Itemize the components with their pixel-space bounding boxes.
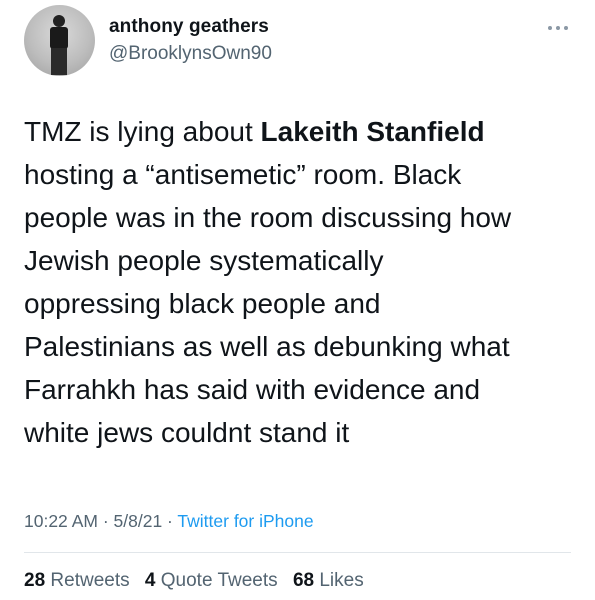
- tweet-line: Farrahkh has said with evidence and: [24, 374, 481, 405]
- tweet-text: TMZ is lying about Lakeith Stanfield hos…: [24, 110, 589, 454]
- tweet-time[interactable]: 10:22 AM: [24, 511, 98, 531]
- tweet-line: people was in the room discussing how: [24, 202, 512, 233]
- retweets-stat[interactable]: 28 Retweets: [24, 570, 130, 591]
- tweet-source-link[interactable]: Twitter for iPhone: [177, 511, 313, 531]
- likes-label: Likes: [319, 570, 364, 591]
- meta-separator: ·: [97, 511, 114, 531]
- divider: [24, 552, 571, 553]
- quote-tweets-stat[interactable]: 4 Quote Tweets: [145, 570, 278, 591]
- quotes-count: 4: [144, 570, 156, 591]
- tweet-line: hosting a “antisemetic” room. Black: [24, 159, 462, 190]
- author-display-name[interactable]: anthony geathers: [109, 16, 269, 38]
- tweet-stats: 28 Retweets 4 Quote Tweets 68 Likes: [24, 570, 374, 592]
- author-handle[interactable]: @BrooklynsOwn90: [109, 43, 272, 65]
- retweets-label: Retweets: [50, 570, 130, 591]
- tweet-line: Jewish people systematically: [24, 245, 384, 276]
- tweet-line: white jews couldnt stand it: [24, 417, 350, 448]
- tweet-line: TMZ is lying about Lakeith Stanfield: [24, 116, 485, 147]
- tweet-date[interactable]: 5/8/21: [114, 511, 163, 531]
- retweets-count: 28: [24, 570, 46, 591]
- avatar[interactable]: [24, 5, 95, 76]
- more-horizontal-icon[interactable]: [548, 24, 572, 34]
- meta-separator: ·: [162, 511, 178, 531]
- avatar-figure: [48, 15, 70, 75]
- quotes-label: Quote Tweets: [160, 570, 278, 591]
- mentioned-name: Lakeith Stanfield: [260, 116, 485, 147]
- tweet-line: oppressing black people and: [24, 288, 381, 319]
- tweet-line: Palestinians as well as debunking what: [24, 331, 510, 362]
- likes-stat[interactable]: 68 Likes: [293, 570, 364, 591]
- likes-count: 68: [292, 570, 315, 591]
- tweet-meta: 10:22 AM · 5/8/21 · Twitter for iPhone: [24, 511, 314, 532]
